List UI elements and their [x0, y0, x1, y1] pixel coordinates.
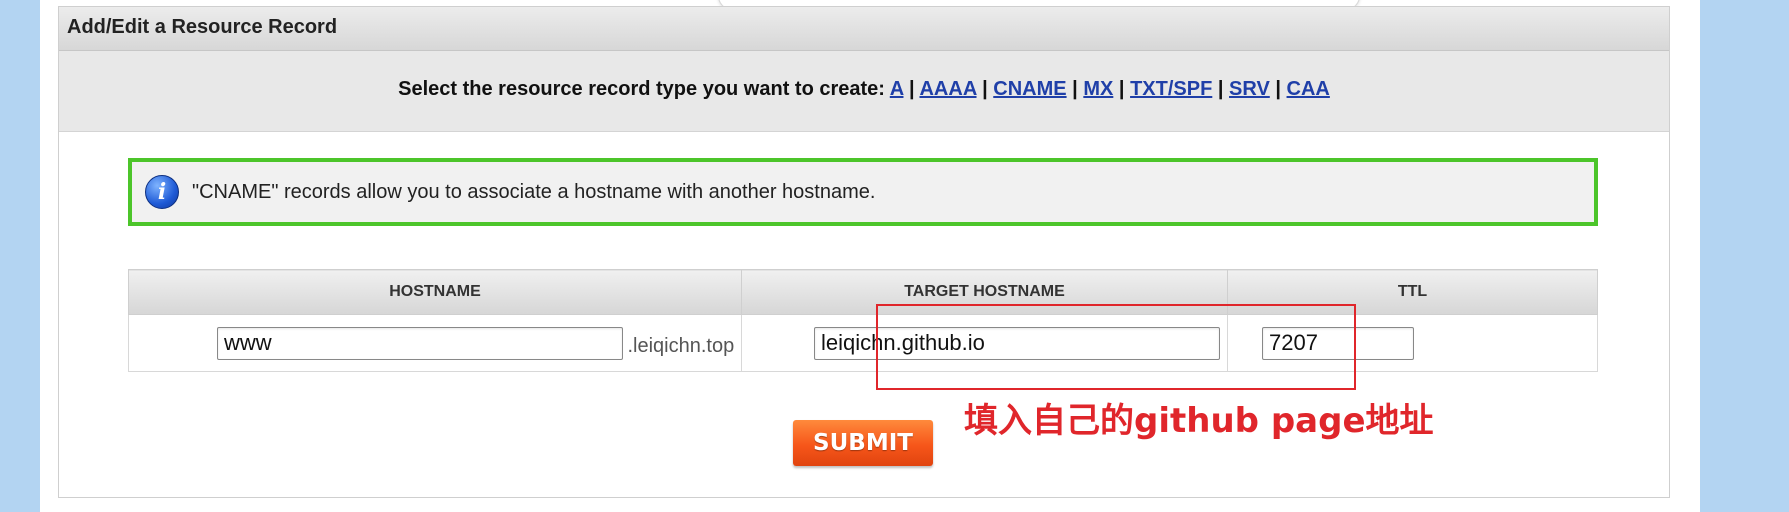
record-type-link-cname[interactable]: CNAME — [993, 78, 1066, 100]
record-type-link-mx[interactable]: MX — [1083, 78, 1113, 100]
record-type-prompt: Select the resource record type you want… — [398, 78, 885, 100]
page-background-left — [0, 0, 40, 512]
record-type-link-txt-spf[interactable]: TXT/SPF — [1130, 78, 1212, 100]
separator: | — [1217, 78, 1224, 100]
panel-title: Add/Edit a Resource Record — [59, 7, 1669, 51]
submit-button[interactable]: SUBMIT — [793, 420, 933, 466]
cname-info-box: i "CNAME" records allow you to associate… — [128, 158, 1598, 226]
page-background-right — [1700, 0, 1789, 512]
record-type-link-caa[interactable]: CAA — [1287, 78, 1330, 100]
record-table: HOSTNAME TARGET HOSTNAME TTL .leiqichn.t… — [128, 269, 1598, 372]
separator: | — [1275, 78, 1281, 100]
record-type-link-aaaa[interactable]: AAAA — [919, 78, 976, 100]
table-header-row: HOSTNAME TARGET HOSTNAME TTL — [128, 269, 1598, 315]
separator: | — [909, 78, 915, 100]
record-type-selector: Select the resource record type you want… — [59, 51, 1669, 132]
record-type-link-srv[interactable]: SRV — [1229, 78, 1270, 100]
domain-suffix: .leiqichn.top — [627, 334, 735, 357]
info-icon: i — [145, 175, 179, 209]
table-row: .leiqichn.top — [128, 314, 1598, 372]
hostname-input[interactable] — [217, 326, 623, 360]
record-type-link-a[interactable]: A — [890, 78, 904, 100]
separator: | — [1118, 78, 1125, 100]
annotation-highlight-box — [876, 304, 1356, 390]
separator: | — [982, 78, 988, 100]
separator: | — [1072, 78, 1078, 100]
hostname-cell: .leiqichn.top — [128, 314, 742, 372]
column-header-hostname: HOSTNAME — [128, 269, 742, 315]
info-message: "CNAME" records allow you to associate a… — [192, 180, 876, 203]
annotation-text: 填入自己的github page地址 — [964, 401, 1434, 441]
